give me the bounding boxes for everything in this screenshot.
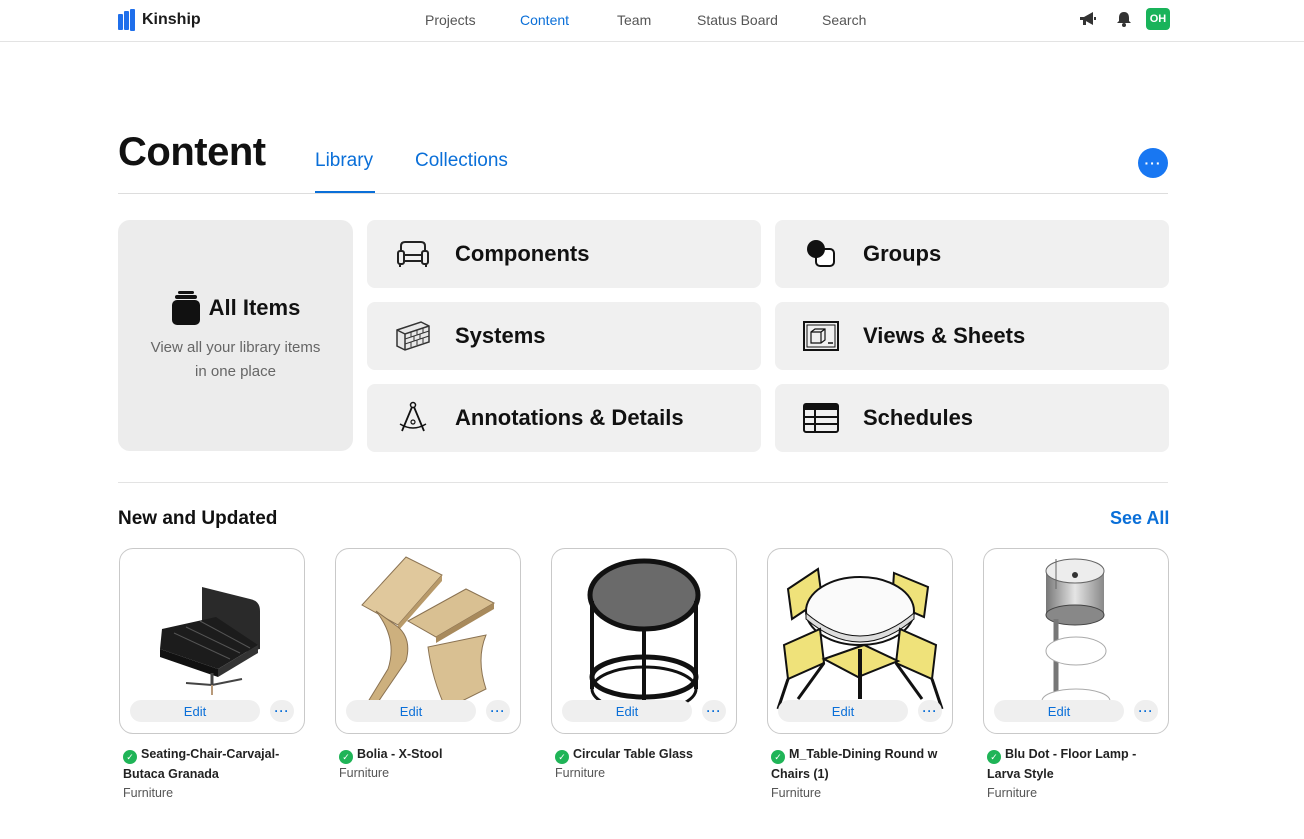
- item-name[interactable]: Seating-Chair-Carvajal-Butaca Granada: [123, 747, 279, 781]
- category-components[interactable]: Components: [367, 220, 761, 288]
- published-check-icon: ✓: [555, 750, 569, 764]
- published-check-icon: ✓: [123, 750, 137, 764]
- category-views-sheets[interactable]: Views & Sheets: [775, 302, 1169, 370]
- content-card[interactable]: Edit ···: [983, 548, 1169, 734]
- more-options-button[interactable]: ···: [1138, 148, 1168, 178]
- item-name[interactable]: M_Table-Dining Round w Chairs (1): [771, 747, 937, 781]
- content-card[interactable]: Edit ···: [551, 548, 737, 734]
- tab-collections[interactable]: Collections: [415, 150, 508, 172]
- page-title: Content: [118, 130, 266, 174]
- content-card[interactable]: Edit ···: [119, 548, 305, 734]
- item-category: Furniture: [555, 766, 606, 780]
- item-category: Furniture: [339, 766, 390, 780]
- category-systems[interactable]: Systems: [367, 302, 761, 370]
- header-divider: [118, 193, 1168, 194]
- edit-button[interactable]: Edit: [562, 700, 692, 722]
- top-navigation-bar: Kinship Projects Content Team Status Boa…: [0, 0, 1304, 42]
- category-label: Components: [455, 241, 590, 266]
- item-name[interactable]: Blu Dot - Floor Lamp - Larva Style: [987, 747, 1136, 781]
- card-more-button[interactable]: ···: [486, 700, 510, 722]
- edit-button[interactable]: Edit: [346, 700, 476, 722]
- published-check-icon: ✓: [987, 750, 1001, 764]
- published-check-icon: ✓: [339, 750, 353, 764]
- card-more-button[interactable]: ···: [918, 700, 942, 722]
- new-and-updated-title: New and Updated: [118, 508, 278, 529]
- nav-content[interactable]: Content: [520, 12, 569, 28]
- all-items-icon: [171, 291, 200, 325]
- nav-team[interactable]: Team: [617, 12, 651, 28]
- all-items-tile[interactable]: All Items View all your library items in…: [118, 220, 353, 451]
- category-label: Systems: [455, 323, 546, 348]
- item-name[interactable]: Bolia - X-Stool: [357, 747, 442, 761]
- megaphone-icon[interactable]: [1078, 10, 1098, 28]
- category-schedules[interactable]: Schedules: [775, 384, 1169, 452]
- card-caption: ✓ Circular Table Glass Furniture: [555, 744, 741, 782]
- category-label: Groups: [863, 241, 942, 266]
- section-divider: [118, 482, 1168, 483]
- card-caption: ✓ Seating-Chair-Carvajal-Butaca Granada F…: [123, 744, 309, 802]
- nav-search[interactable]: Search: [822, 12, 866, 28]
- category-groups[interactable]: Groups: [775, 220, 1169, 288]
- all-items-title: All Items: [208, 295, 301, 320]
- category-label: Annotations & Details: [455, 405, 684, 430]
- card-caption: ✓ Bolia - X-Stool Furniture: [339, 744, 525, 782]
- card-more-button[interactable]: ···: [1134, 700, 1158, 722]
- views-sheets-icon: [803, 321, 839, 351]
- compass-icon: [399, 401, 427, 432]
- item-category: Furniture: [987, 786, 1038, 800]
- user-avatar[interactable]: OH: [1146, 8, 1170, 30]
- card-caption: ✓ M_Table-Dining Round w Chairs (1) Furni…: [771, 744, 957, 802]
- edit-button[interactable]: Edit: [778, 700, 908, 722]
- category-annotations-details[interactable]: Annotations & Details: [367, 384, 761, 452]
- content-card[interactable]: Edit ···: [335, 548, 521, 734]
- bell-icon[interactable]: [1114, 10, 1134, 28]
- content-card[interactable]: Edit ···: [767, 548, 953, 734]
- card-caption: ✓ Blu Dot - Floor Lamp - Larva Style Furn…: [987, 744, 1173, 802]
- item-category: Furniture: [771, 786, 822, 800]
- all-items-description: View all your library items in one place: [150, 339, 321, 380]
- brick-wall-icon: [396, 321, 430, 351]
- category-label: Views & Sheets: [863, 323, 1026, 348]
- category-label: Schedules: [863, 405, 974, 430]
- nav-status-board[interactable]: Status Board: [697, 12, 778, 28]
- card-more-button[interactable]: ···: [270, 700, 294, 722]
- table-icon: [803, 403, 839, 433]
- armchair-icon: [397, 241, 429, 267]
- item-name[interactable]: Circular Table Glass: [573, 747, 693, 761]
- card-more-button[interactable]: ···: [702, 700, 726, 722]
- groups-icon: [807, 240, 835, 267]
- tab-library[interactable]: Library: [315, 150, 373, 172]
- nav-projects[interactable]: Projects: [425, 12, 476, 28]
- active-tab-indicator: [315, 191, 375, 193]
- edit-button[interactable]: Edit: [130, 700, 260, 722]
- edit-button[interactable]: Edit: [994, 700, 1124, 722]
- item-category: Furniture: [123, 786, 174, 800]
- see-all-link[interactable]: See All: [1110, 508, 1169, 529]
- published-check-icon: ✓: [771, 750, 785, 764]
